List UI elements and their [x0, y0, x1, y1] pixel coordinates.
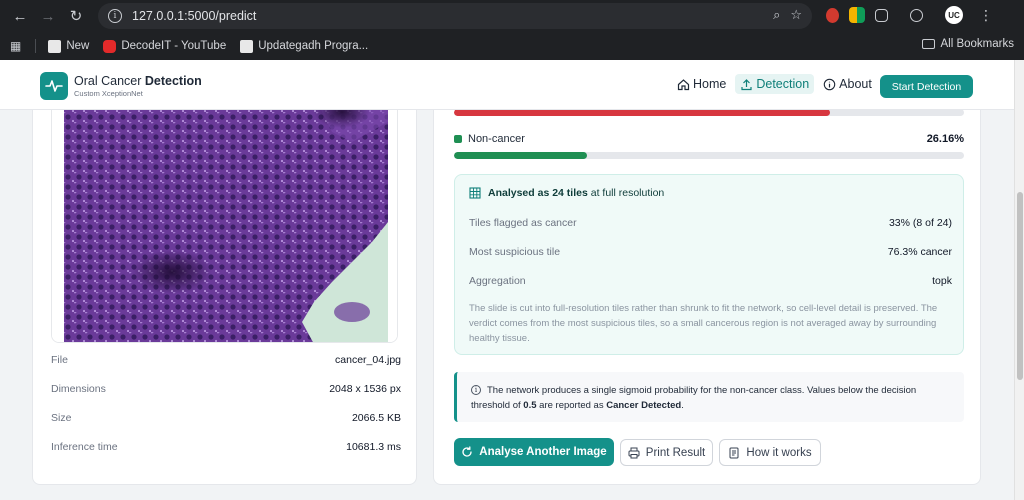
- nav-home[interactable]: Home: [672, 74, 731, 94]
- forward-button[interactable]: →: [34, 2, 62, 30]
- analyse-another-button[interactable]: Analyse Another Image: [454, 438, 614, 466]
- bookmark-new[interactable]: New: [48, 39, 90, 53]
- address-bar[interactable]: i 127.0.0.1:5000/predict ⌕ ☆: [98, 3, 812, 29]
- all-bookmarks[interactable]: All Bookmarks: [921, 38, 1015, 50]
- most-suspicious-key: Most suspicious tile: [469, 246, 561, 258]
- bookmark-label: DecodeIT - YouTube: [121, 40, 227, 52]
- non-cancer-probability-fill: [454, 152, 588, 159]
- tiles-flagged-key: Tiles flagged as cancer: [469, 217, 577, 229]
- results-card: Non-cancer 26.16% Analysed as 24 tiles a…: [433, 70, 981, 485]
- main-nav: Home Detection About: [672, 74, 877, 94]
- tiles-analysis-box: Analysed as 24 tiles at full resolution …: [454, 174, 964, 355]
- extension-colorful-icon[interactable]: [849, 7, 865, 23]
- nav-about[interactable]: About: [818, 74, 877, 94]
- tiles-heading: Analysed as 24 tiles at full resolution: [469, 187, 664, 199]
- aggregation-value: topk: [932, 275, 952, 287]
- pulse-icon: [45, 80, 63, 92]
- aggregation-row: Aggregation topk: [469, 275, 952, 287]
- nav-detection-label: Detection: [756, 77, 810, 91]
- info-icon: i: [471, 385, 481, 396]
- file-row: File cancer_04.jpg: [51, 354, 401, 366]
- tiles-flagged-value: 33% (8 of 24): [888, 217, 952, 229]
- info-circle-icon: [823, 78, 836, 90]
- inference-time-row: Inference time 10681.3 ms: [51, 441, 401, 453]
- non-cancer-label-group: Non-cancer: [454, 133, 525, 145]
- back-button[interactable]: ←: [6, 2, 34, 30]
- histology-image: [52, 82, 397, 342]
- bookmark-favicon-icon: [240, 39, 254, 53]
- scrollbar-thumb[interactable]: [1017, 192, 1023, 380]
- model-note-text: i The network produces a single sigmoid p…: [471, 385, 917, 411]
- aggregation-key: Aggregation: [469, 275, 526, 287]
- all-bookmarks-label: All Bookmarks: [940, 38, 1015, 50]
- bookmark-updategadh[interactable]: Updategadh Progra...: [240, 39, 369, 53]
- bookmark-youtube[interactable]: DecodeIT - YouTube: [103, 39, 227, 53]
- dimensions-value: 2048 x 1536 px: [329, 383, 401, 395]
- extensions-puzzle-icon[interactable]: [875, 8, 888, 22]
- non-cancer-percentage: 26.16%: [926, 133, 964, 145]
- how-it-works-button[interactable]: How it works: [719, 439, 821, 466]
- folder-icon: [921, 39, 935, 49]
- nav-about-label: About: [839, 77, 872, 91]
- bookmark-star-icon[interactable]: ☆: [790, 7, 802, 23]
- how-it-works-label: How it works: [746, 446, 812, 459]
- bookmark-label: Updategadh Progra...: [258, 40, 369, 52]
- analyse-another-label: Analyse Another Image: [479, 446, 607, 458]
- menu-kebab-icon[interactable]: ⋮: [979, 7, 993, 24]
- url-text: 127.0.0.1:5000/predict: [132, 9, 257, 23]
- page-viewport: Oral Cancer Detection Custom XceptionNet…: [0, 60, 1014, 500]
- site-header: Oral Cancer Detection Custom XceptionNet…: [0, 60, 1014, 110]
- dimensions-row: Dimensions 2048 x 1536 px: [51, 383, 401, 395]
- page-scrollbar[interactable]: [1014, 60, 1024, 500]
- brand-title: Oral Cancer Detection: [74, 74, 202, 88]
- nav-home-label: Home: [693, 77, 727, 91]
- zoom-icon[interactable]: ⌕: [773, 7, 780, 23]
- size-key: Size: [51, 412, 72, 424]
- image-info-card: File cancer_04.jpg Dimensions 2048 x 153…: [32, 70, 417, 485]
- cancer-probability-fill: [454, 109, 831, 116]
- nav-detection[interactable]: Detection: [735, 74, 815, 94]
- upload-icon: [741, 78, 752, 90]
- divider: [35, 39, 37, 53]
- size-value: 2066.5 KB: [351, 412, 401, 424]
- bookmarks-bar: ▦ New DecodeIT - YouTube Updategadh Prog…: [0, 32, 1024, 60]
- print-result-label: Print Result: [645, 446, 706, 459]
- tiles-description: The slide is cut into full-resolution ti…: [469, 303, 938, 344]
- bookmark-favicon-icon: [48, 39, 62, 53]
- most-suspicious-value: 76.3% cancer: [887, 246, 952, 258]
- devtools-icon[interactable]: [910, 8, 923, 22]
- print-result-button[interactable]: Print Result: [620, 439, 713, 466]
- document-icon: [729, 447, 739, 458]
- brand-subtitle: Custom XceptionNet: [74, 89, 143, 98]
- apps-grid-icon[interactable]: ▦: [10, 39, 21, 53]
- inference-time-key: Inference time: [51, 441, 118, 453]
- non-cancer-legend-dot: [454, 135, 462, 143]
- file-value: cancer_04.jpg: [335, 354, 401, 366]
- start-detection-button[interactable]: Start Detection: [880, 75, 973, 98]
- refresh-icon: [462, 446, 472, 457]
- most-suspicious-row: Most suspicious tile 76.3% cancer: [469, 246, 952, 258]
- cancer-probability-bar: [454, 109, 964, 116]
- non-cancer-probability-bar: [454, 152, 964, 159]
- size-row: Size 2066.5 KB: [51, 412, 401, 424]
- site-info-icon[interactable]: i: [108, 9, 122, 23]
- tiles-flagged-row: Tiles flagged as cancer 33% (8 of 24): [469, 217, 952, 229]
- model-note-box: i The network produces a single sigmoid p…: [454, 372, 964, 422]
- browser-toolbar: ← → ↻ i 127.0.0.1:5000/predict ⌕ ☆ UC ⋮: [0, 0, 1024, 32]
- file-key: File: [51, 354, 68, 366]
- uploaded-slide-image: [51, 81, 398, 343]
- extension-red-icon[interactable]: [826, 7, 839, 23]
- home-icon: [677, 78, 690, 90]
- non-cancer-label: Non-cancer: [468, 133, 525, 145]
- printer-icon: [628, 447, 640, 458]
- bookmark-label: New: [66, 40, 90, 52]
- inference-time-value: 10681.3 ms: [346, 441, 401, 453]
- youtube-icon: [103, 39, 117, 53]
- logo[interactable]: [40, 72, 68, 100]
- reload-button[interactable]: ↻: [62, 2, 90, 30]
- table-grid-icon: [469, 187, 481, 199]
- profile-avatar[interactable]: UC: [945, 6, 963, 24]
- dimensions-key: Dimensions: [51, 383, 106, 395]
